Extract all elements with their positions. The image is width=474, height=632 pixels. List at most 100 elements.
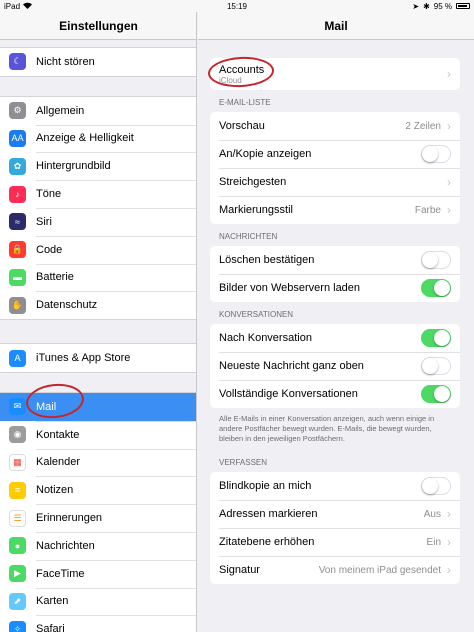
- toggle-switch[interactable]: [421, 477, 451, 495]
- row-blindkopie-an-mich[interactable]: Blindkopie an mich: [210, 472, 460, 500]
- row-label: Neueste Nachricht ganz oben: [219, 360, 364, 372]
- battery-percent: 95 %: [433, 1, 452, 11]
- accounts-subtitle: iCloud: [219, 75, 242, 85]
- row-label: Vollständige Konversationen: [219, 388, 358, 400]
- row-zitatebene-erhöhen[interactable]: Zitatebene erhöhen Ein ›: [210, 528, 460, 556]
- accounts-row[interactable]: Accounts iCloud ›: [210, 58, 460, 90]
- sidebar-item-hintergrundbild[interactable]: ✿ Hintergrundbild: [0, 152, 196, 180]
- row-vorschau[interactable]: Vorschau 2 Zeilen ›: [210, 112, 460, 140]
- contacts-icon: ◉: [9, 426, 26, 444]
- chevron-right-icon: ›: [447, 67, 451, 81]
- lock-icon: 🔒: [9, 241, 26, 259]
- chevron-right-icon: ›: [447, 175, 451, 189]
- row-neueste-nachricht-ganz-oben[interactable]: Neueste Nachricht ganz oben: [210, 352, 460, 380]
- mail-settings-pane: Mail Accounts iCloud › E-MAIL-LISTE Vorsc…: [198, 0, 474, 632]
- app-store-icon: A: [9, 349, 26, 367]
- sidebar-top-spacer: [0, 40, 196, 47]
- accounts-group: Accounts iCloud ›: [210, 58, 460, 90]
- sidebar-item-label: Batterie: [36, 271, 74, 284]
- row-markierungsstil[interactable]: Markierungsstil Farbe ›: [210, 196, 460, 224]
- sidebar-item-siri[interactable]: ≈ Siri: [0, 207, 196, 236]
- location-icon: ➤: [412, 1, 420, 11]
- sidebar-item-safari[interactable]: ✧ Safari: [0, 615, 196, 632]
- battery-level-icon: [456, 3, 470, 9]
- sidebar-item-label: iTunes & App Store: [36, 352, 131, 365]
- battery-icon: ▬: [9, 268, 26, 286]
- row-value: Von meinem iPad gesendet: [318, 564, 441, 576]
- sidebar-item-batterie[interactable]: ▬ Batterie: [0, 263, 196, 292]
- sidebar-item-datenschutz[interactable]: ✋ Datenschutz: [0, 291, 196, 319]
- sidebar-item-label: Erinnerungen: [36, 512, 103, 525]
- toggle-switch[interactable]: [421, 279, 451, 297]
- wifi-icon: [23, 2, 33, 11]
- section-header: NACHRICHTEN: [219, 232, 278, 241]
- row-streichgesten[interactable]: Streichgesten ›: [210, 168, 460, 196]
- brightness-icon: AA: [9, 129, 26, 147]
- sidebar-item-label: Kontakte: [36, 428, 80, 441]
- sidebar-item-label: Kalender: [36, 456, 81, 469]
- row-signatur[interactable]: Signatur Von meinem iPad gesendet ›: [210, 556, 460, 584]
- sidebar-item-erinnerungen[interactable]: ☰ Erinnerungen: [0, 504, 196, 532]
- device-label: iPad: [4, 1, 21, 11]
- toggle-switch[interactable]: [421, 385, 451, 403]
- chevron-right-icon: ›: [447, 119, 451, 133]
- speaker-icon: ♪: [9, 185, 26, 203]
- bluetooth-icon: ✱: [423, 1, 430, 11]
- sidebar-item-label: Nicht stören: [36, 55, 95, 68]
- siri-icon: ≈: [9, 213, 26, 231]
- sidebar-item-töne[interactable]: ♪ Töne: [0, 180, 196, 208]
- sidebar-item-kalender[interactable]: ▦ Kalender: [0, 448, 196, 477]
- notes-icon: ≡: [9, 481, 26, 499]
- row-value: Aus: [423, 508, 441, 520]
- row-vollständige-konversationen[interactable]: Vollständige Konversationen: [210, 380, 460, 408]
- row-an-kopie-anzeigen[interactable]: An/Kopie anzeigen: [210, 140, 460, 168]
- mail-icon: ✉: [9, 398, 26, 416]
- sidebar-item-label: Anzeige & Helligkeit: [36, 132, 134, 145]
- chevron-right-icon: ›: [447, 507, 451, 521]
- sidebar-item-anzeige-helligkeit[interactable]: AA Anzeige & Helligkeit: [0, 124, 196, 153]
- row-value: Ein: [426, 536, 441, 548]
- gear-icon: ⚙: [9, 102, 26, 120]
- row-label: Löschen bestätigen: [219, 254, 315, 266]
- row-bilder-von-webservern-laden[interactable]: Bilder von Webservern laden: [210, 274, 460, 302]
- toggle-switch[interactable]: [421, 251, 451, 269]
- chevron-right-icon: ›: [447, 563, 451, 577]
- row-label: Adressen markieren: [219, 508, 318, 520]
- row-löschen-bestätigen[interactable]: Löschen bestätigen: [210, 246, 460, 274]
- sidebar-item-itunes-app-store[interactable]: AiTunes & App Store: [0, 344, 196, 372]
- toggle-switch[interactable]: [421, 357, 451, 375]
- section-header: E-MAIL-LISTE: [219, 98, 271, 107]
- sidebar-item-facetime[interactable]: ▶ FaceTime: [0, 559, 196, 588]
- sidebar-group: AiTunes & App Store: [0, 343, 196, 373]
- sidebar-item-label: Datenschutz: [36, 299, 98, 312]
- sidebar-item-kontakte[interactable]: ◉ Kontakte: [0, 420, 196, 449]
- clock: 15:19: [226, 1, 248, 11]
- status-bar: iPad 15:19 ➤ ✱ 95 %: [0, 0, 474, 12]
- sidebar-item-nachrichten[interactable]: ● Nachrichten: [0, 531, 196, 560]
- sidebar-item-notizen[interactable]: ≡ Notizen: [0, 476, 196, 504]
- calendar-icon: ▦: [9, 453, 26, 471]
- row-label: Vorschau: [219, 120, 265, 132]
- sidebar-item-label: Safari: [36, 623, 65, 632]
- sidebar-item-nicht-stören[interactable]: ☾ Nicht stören: [0, 48, 196, 76]
- sidebar-item-mail[interactable]: ✉ Mail: [0, 392, 196, 421]
- settings-group: Löschen bestätigen Bilder von Webservern …: [210, 246, 460, 302]
- accounts-title: Accounts: [219, 63, 265, 76]
- section-header: VERFASSEN: [219, 458, 268, 467]
- sidebar-item-allgemein[interactable]: ⚙ Allgemein: [0, 97, 196, 125]
- settings-group: Blindkopie an mich Adressen markieren Aus ›…: [210, 472, 460, 584]
- hand-icon: ✋: [9, 296, 26, 314]
- row-adressen-markieren[interactable]: Adressen markieren Aus ›: [210, 500, 460, 528]
- settings-group: Vorschau 2 Zeilen › An/Kopie anzeigen Streic…: [210, 112, 460, 224]
- sidebar-item-karten[interactable]: ⬈ Karten: [0, 587, 196, 616]
- row-nach-konversation[interactable]: Nach Konversation: [210, 324, 460, 352]
- sidebar-item-code[interactable]: 🔒 Code: [0, 235, 196, 264]
- sidebar-item-label: Nachrichten: [36, 539, 95, 552]
- row-label: Signatur: [219, 564, 260, 576]
- sidebar-item-label: Code: [36, 243, 63, 256]
- messages-icon: ●: [9, 537, 26, 555]
- toggle-switch[interactable]: [421, 145, 451, 163]
- toggle-switch[interactable]: [421, 329, 451, 347]
- wallpaper-icon: ✿: [9, 157, 26, 175]
